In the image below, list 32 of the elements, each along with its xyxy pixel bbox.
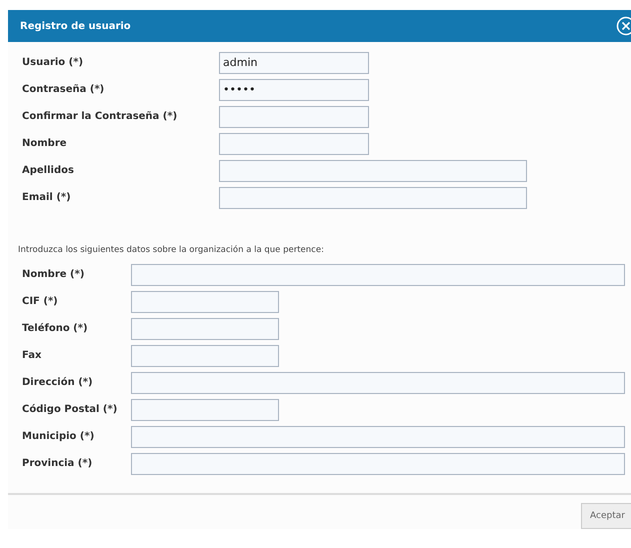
input-field[interactable]	[131, 344, 279, 366]
input-field[interactable]	[131, 372, 625, 394]
input-field[interactable]	[219, 160, 527, 182]
field-label: CIF (*)	[22, 294, 59, 308]
field-label: Nombre	[22, 136, 68, 150]
field-label: Teléfono (*)	[22, 322, 89, 336]
instruction-text: Introduzca los siguientes datos sobre la organización a la que pertence:	[18, 245, 325, 255]
field-label: Contraseña (*)	[22, 82, 106, 96]
field-label: Fax	[22, 348, 42, 362]
close-icon[interactable]	[616, 16, 631, 36]
input-field[interactable]: admin	[219, 52, 369, 74]
field-label: Confirmar la Contraseña (*)	[22, 110, 178, 124]
field-label: Email (*)	[22, 190, 72, 204]
field-label: Dirección (*)	[22, 376, 94, 390]
input-field[interactable]	[219, 132, 369, 154]
window-title: Registro de usuario	[20, 20, 131, 32]
field-label: Usuario (*)	[22, 56, 84, 70]
input-field[interactable]	[131, 318, 279, 340]
input-field[interactable]	[131, 398, 279, 420]
field-label: Apellidos	[22, 164, 75, 178]
field-label: Nombre (*)	[22, 268, 86, 282]
input-field[interactable]	[131, 290, 279, 312]
field-label: Provincia (*)	[22, 456, 94, 470]
input-field[interactable]	[219, 186, 527, 208]
field-label: Municipio (*)	[22, 430, 96, 444]
field-label: Código Postal (*)	[22, 402, 118, 416]
input-field[interactable]	[131, 426, 625, 448]
input-field[interactable]: •••••	[219, 78, 369, 100]
input-field[interactable]	[219, 106, 369, 128]
input-field[interactable]	[131, 452, 625, 474]
input-field[interactable]	[131, 264, 625, 286]
accept-button[interactable]: Aceptar	[581, 503, 631, 529]
